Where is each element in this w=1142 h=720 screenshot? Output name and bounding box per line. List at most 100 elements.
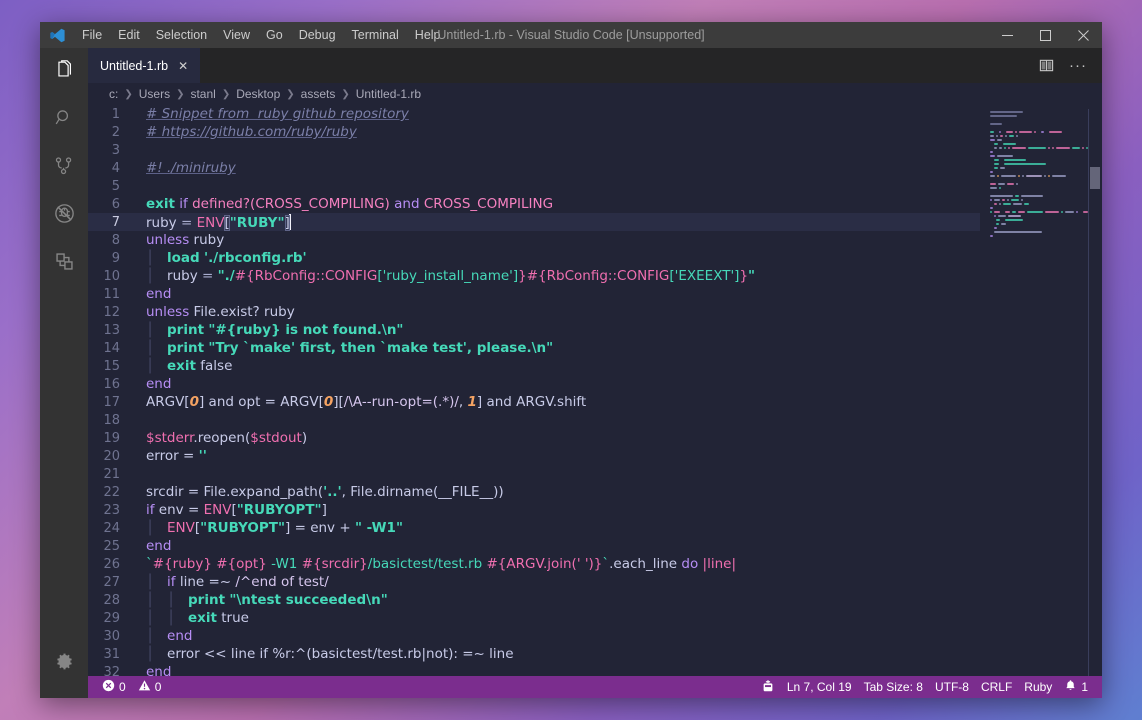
code-line[interactable]: 24 │ ENV["RUBYOPT"] = env + " -W1": [88, 519, 980, 537]
token-str: '': [198, 448, 207, 464]
menu-view[interactable]: View: [215, 22, 258, 48]
menu-file[interactable]: File: [74, 22, 110, 48]
cursor-position[interactable]: Ln 7, Col 19: [781, 676, 858, 698]
code-line[interactable]: 8 unless ruby: [88, 231, 980, 249]
token-interp: #{ARGV.join(' ')}: [486, 556, 603, 572]
code-line[interactable]: 16 end: [88, 375, 980, 393]
tab-untitled-1-rb[interactable]: Untitled-1.rb ✕: [88, 48, 202, 83]
sidebar-item-manage[interactable]: [40, 640, 88, 688]
code-text: end: [136, 286, 980, 302]
code-line[interactable]: 31 │ error << line if %r:^(basictest/test…: [88, 645, 980, 663]
menu-debug[interactable]: Debug: [291, 22, 344, 48]
menu-terminal[interactable]: Terminal: [344, 22, 407, 48]
minimap-segment: [1002, 199, 1005, 201]
token-plain: ][: [333, 394, 344, 410]
code-line[interactable]: 17 ARGV[0] and opt = ARGV[0][/\A--run-opt…: [88, 393, 980, 411]
status-badge-problems[interactable]: 0 0: [96, 676, 167, 698]
minimap-segment: [1017, 175, 1020, 177]
code-text: │ load './rbconfig.rb': [136, 250, 980, 266]
minimap-segment: [1041, 131, 1044, 133]
code-line[interactable]: 18: [88, 411, 980, 429]
editor-scrollbar[interactable]: [1088, 105, 1102, 676]
code-line[interactable]: 20 error = '': [88, 447, 980, 465]
code-line[interactable]: 7 ruby = ENV["RUBY"]: [88, 213, 980, 231]
window-controls: [988, 22, 1102, 48]
chevron-right-icon: ❯: [341, 88, 350, 100]
code-line[interactable]: 14 │ print "Try `make' first, then `make …: [88, 339, 980, 357]
sidebar-item-search[interactable]: [40, 96, 88, 144]
split-editor-icon[interactable]: [1032, 52, 1060, 80]
code-line[interactable]: 9 │ load './rbconfig.rb': [88, 249, 980, 267]
code-line[interactable]: 12 unless File.exist? ruby: [88, 303, 980, 321]
minimap-segment: [1008, 135, 1015, 137]
close-icon[interactable]: [1064, 22, 1102, 48]
code-text: srcdir = File.expand_path('..', File.dir…: [136, 484, 980, 500]
maximize-icon[interactable]: [1026, 22, 1064, 48]
menu-go[interactable]: Go: [258, 22, 291, 48]
code-text: unless ruby: [136, 232, 980, 248]
notifications-bell[interactable]: 1: [1058, 676, 1094, 698]
code-line[interactable]: 26 `#{ruby} #{opt} -W1 #{srcdir}/basictes…: [88, 555, 980, 573]
code-line[interactable]: 22 srcdir = File.expand_path('..', File.d…: [88, 483, 980, 501]
code-line[interactable]: 3: [88, 141, 980, 159]
language-mode[interactable]: Ruby: [1018, 676, 1058, 698]
code-line[interactable]: 13 │ print "#{ruby} is not found.\n": [88, 321, 980, 339]
encoding[interactable]: UTF-8: [929, 676, 975, 698]
breadcrumb-item-4[interactable]: assets: [300, 87, 337, 101]
token-kw: unless: [146, 232, 190, 248]
token-str2: -W1: [266, 556, 302, 572]
breadcrumb-item-5[interactable]: Untitled-1.rb: [355, 87, 422, 101]
code-line[interactable]: 25 end: [88, 537, 980, 555]
code-line[interactable]: 10 │ ruby = "./#{RbConfig::CONFIG['ruby_i…: [88, 267, 980, 285]
code-line[interactable]: 6 exit if defined?(CROSS_COMPILING) and C…: [88, 195, 980, 213]
menu-help[interactable]: Help: [407, 22, 449, 48]
breadcrumb-item-1[interactable]: Users: [138, 87, 171, 101]
sidebar-item-extensions[interactable]: [40, 240, 88, 288]
code-text: `#{ruby} #{opt} -W1 #{srcdir}/basictest/…: [136, 556, 980, 572]
minimap-segment: [998, 203, 1001, 205]
minimap-line: [980, 195, 1088, 198]
breadcrumb-item-0[interactable]: c:: [108, 87, 119, 101]
code-line[interactable]: 11 end: [88, 285, 980, 303]
scrollbar-thumb[interactable]: [1090, 167, 1100, 189]
minimap-segment: [990, 195, 1014, 197]
minimap-segment: [990, 211, 992, 213]
code-line[interactable]: 28 │ │ print "\ntest succeeded\n": [88, 591, 980, 609]
code-line[interactable]: 23 if env = ENV["RUBYOPT"]: [88, 501, 980, 519]
code-line[interactable]: 27 │ if line =~ /^end of test/: [88, 573, 980, 591]
close-icon[interactable]: ✕: [176, 59, 190, 73]
code-line[interactable]: 5: [88, 177, 980, 195]
minimap-segment: [993, 211, 1000, 213]
minimize-icon[interactable]: [988, 22, 1026, 48]
line-number: 27: [103, 574, 120, 590]
token-fn: print: [167, 340, 205, 356]
minimap-segment: [990, 123, 1002, 125]
breadcrumb-item-2[interactable]: stanl: [189, 87, 216, 101]
text-editor[interactable]: 1 # Snippet from ruby github repository 2 #…: [88, 105, 1102, 676]
code-line[interactable]: 21: [88, 465, 980, 483]
code-content[interactable]: 1 # Snippet from ruby github repository 2 #…: [88, 105, 980, 676]
code-line[interactable]: 15 │ exit false: [88, 357, 980, 375]
code-line[interactable]: 1 # Snippet from ruby github repository: [88, 105, 980, 123]
code-line[interactable]: 19 $stderr.reopen($stdout): [88, 429, 980, 447]
sidebar-item-explorer[interactable]: [40, 48, 88, 96]
code-line[interactable]: 2 # https://github.com/ruby/ruby: [88, 123, 980, 141]
minimap[interactable]: [980, 105, 1088, 676]
code-text: │ ruby = "./#{RbConfig::CONFIG['ruby_ins…: [136, 268, 980, 284]
minimap-segment: [1028, 147, 1047, 149]
code-line[interactable]: 4 #! ./miniruby: [88, 159, 980, 177]
status-left: 0 0: [88, 676, 167, 698]
sidebar-item-debug[interactable]: [40, 192, 88, 240]
remote-indicator[interactable]: [755, 676, 781, 698]
code-line[interactable]: 32 end: [88, 663, 980, 676]
token-fn: print: [167, 322, 205, 338]
breadcrumb-item-3[interactable]: Desktop: [235, 87, 281, 101]
eol[interactable]: CRLF: [975, 676, 1018, 698]
menu-selection[interactable]: Selection: [148, 22, 215, 48]
code-line[interactable]: 29 │ │ exit true: [88, 609, 980, 627]
sidebar-item-source-control[interactable]: [40, 144, 88, 192]
menu-edit[interactable]: Edit: [110, 22, 148, 48]
tab-size[interactable]: Tab Size: 8: [858, 676, 929, 698]
ellipsis-icon[interactable]: ···: [1064, 52, 1092, 80]
code-line[interactable]: 30 │ end: [88, 627, 980, 645]
